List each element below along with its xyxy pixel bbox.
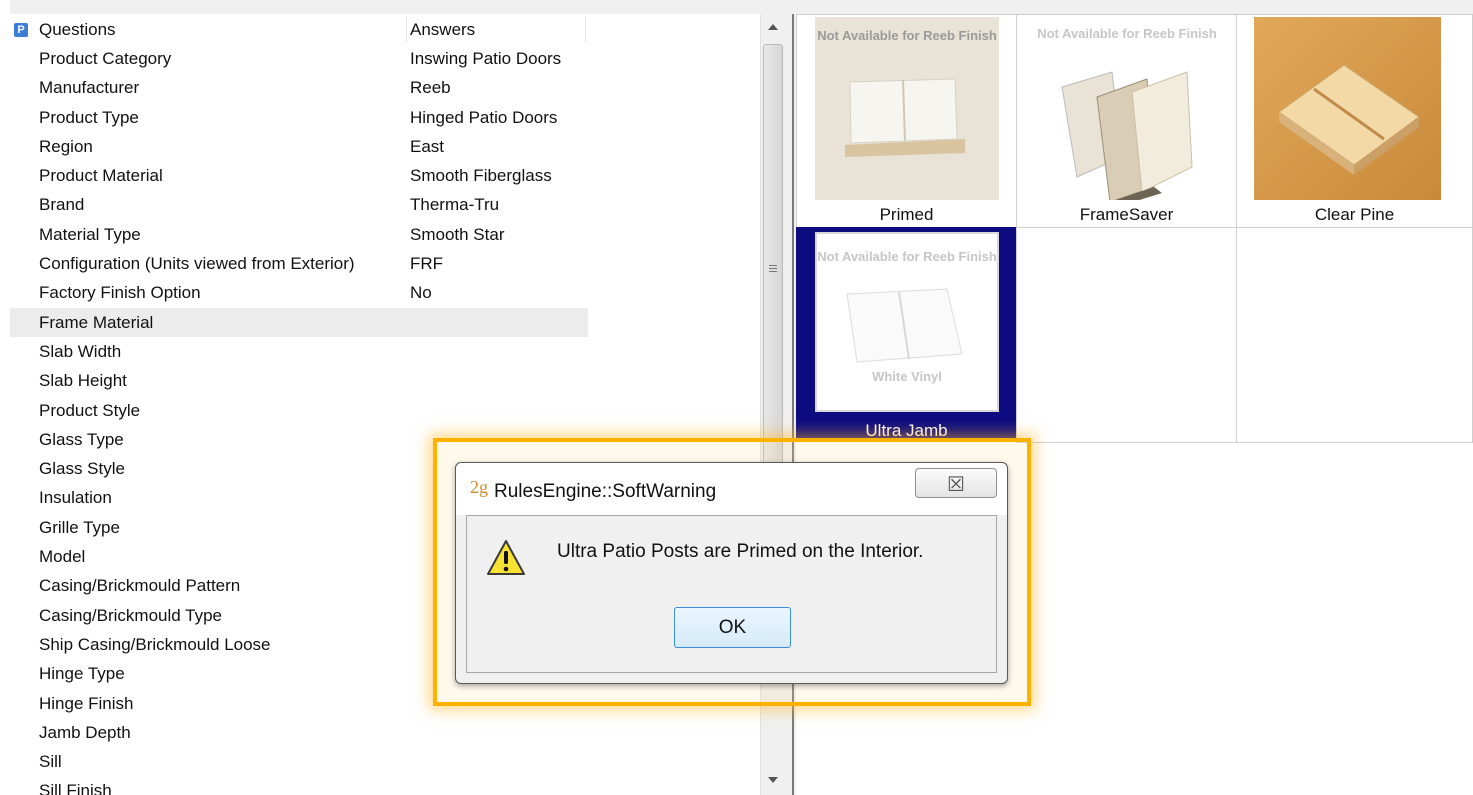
question-cell: Casing/Brickmould Pattern (39, 576, 241, 596)
ok-button[interactable]: OK (674, 607, 791, 648)
top-strip (0, 0, 1473, 14)
ultra-jamb-image: Not Available for Reeb Finish White Viny… (815, 232, 999, 412)
scroll-up-arrow-icon[interactable] (768, 24, 778, 30)
question-cell: Product Type (39, 107, 139, 127)
question-cell: Product Style (39, 400, 141, 420)
table-row[interactable]: Sill (10, 747, 588, 776)
table-row[interactable]: Configuration (Units viewed from Exterio… (10, 249, 588, 278)
grip-line (769, 271, 777, 272)
tile-label: Primed (879, 205, 934, 224)
clear-pine-board-icon (1278, 64, 1420, 175)
answer-cell[interactable]: Inswing Patio Doors (410, 49, 561, 69)
framesaver-image: Not Available for Reeb Finish (1022, 17, 1232, 200)
option-tile-empty (1016, 227, 1237, 443)
option-tile-primed[interactable]: Not Available for Reeb Finish Primed (796, 14, 1017, 228)
primed-image: Not Available for Reeb Finish (815, 17, 999, 200)
question-cell: Region (39, 136, 93, 156)
question-cell: Material Type (39, 224, 141, 244)
question-cell: Ship Casing/Brickmould Loose (39, 634, 271, 654)
grid-header: P Questions Answers (10, 14, 760, 44)
question-cell: Slab Width (39, 341, 122, 361)
grip-line (769, 265, 777, 266)
question-cell: Manufacturer (39, 78, 140, 98)
answer-cell[interactable]: FRF (410, 254, 443, 274)
question-cell: Brand (39, 195, 85, 215)
scroll-down-arrow-icon[interactable] (768, 777, 778, 783)
warning-message: Ultra Patio Posts are Primed on the Inte… (557, 541, 924, 562)
question-cell: Hinge Type (39, 664, 125, 684)
column-separator[interactable] (406, 16, 407, 42)
table-row[interactable]: Manufacturer Reeb (10, 73, 588, 102)
dialog-body: Ultra Patio Posts are Primed on the Inte… (466, 515, 997, 673)
app-logo-icon: 2g (470, 477, 488, 497)
question-cell: Insulation (39, 488, 112, 508)
table-row[interactable]: Region East (10, 132, 588, 161)
question-cell: Hinge Finish (39, 693, 134, 713)
question-cell: Configuration (Units viewed from Exterio… (39, 254, 355, 274)
questions-column-header[interactable]: Questions (39, 20, 116, 40)
white-vinyl-label: White Vinyl (872, 369, 942, 384)
answer-cell[interactable]: Therma-Tru (410, 195, 499, 215)
close-icon: ☒ (947, 474, 965, 496)
table-row[interactable]: Material Type Smooth Star (10, 220, 588, 249)
table-row[interactable]: Factory Finish Option No (10, 278, 588, 307)
table-row[interactable]: Product Material Smooth Fiberglass (10, 161, 588, 190)
soft-warning-dialog: 2g RulesEngine::SoftWarning ☒ Ultra Pati… (455, 462, 1008, 684)
app-window: P Questions Answers Product Category Insw… (0, 0, 1473, 795)
answer-cell[interactable]: East (410, 137, 444, 157)
question-cell: Factory Finish Option (39, 283, 201, 303)
grip-line (769, 268, 777, 269)
scroll-thumb[interactable] (763, 44, 783, 494)
dialog-titlebar[interactable]: 2g RulesEngine::SoftWarning ☒ (456, 463, 1007, 515)
option-tile-framesaver[interactable]: Not Available for Reeb Finish FrameSaver (1016, 14, 1237, 228)
question-cell: Frame Material (39, 312, 154, 332)
answer-cell[interactable]: Reeb (410, 78, 451, 98)
answer-cell[interactable]: Smooth Fiberglass (410, 166, 552, 186)
option-tile-clear-pine[interactable]: Clear Pine (1236, 14, 1473, 228)
question-cell: Glass Type (39, 429, 124, 449)
question-cell: Product Material (39, 166, 163, 186)
answer-cell[interactable]: No (410, 283, 432, 303)
framesaver-board-icon (1061, 71, 1193, 200)
option-tile-empty (1236, 227, 1473, 443)
table-row[interactable]: Frame Material (10, 307, 588, 337)
question-cell: Model (39, 547, 86, 567)
dialog-title: RulesEngine::SoftWarning (494, 481, 717, 502)
table-row[interactable]: Product Style (10, 396, 588, 425)
column-separator[interactable] (585, 16, 586, 42)
question-cell: Product Category (39, 49, 172, 68)
warning-icon (487, 540, 525, 575)
question-cell: Casing/Brickmould Type (39, 605, 222, 625)
table-row[interactable]: Product Type Hinged Patio Doors (10, 103, 588, 132)
primed-board-icon (845, 78, 965, 157)
left-edge (0, 0, 10, 795)
answers-column-header[interactable]: Answers (410, 20, 475, 40)
question-cell: Slab Height (39, 371, 127, 391)
close-button[interactable]: ☒ (915, 468, 997, 498)
tile-label: Clear Pine (1314, 205, 1395, 224)
answer-cell[interactable]: Hinged Patio Doors (410, 108, 557, 128)
option-tile-ultra-jamb[interactable]: Not Available for Reeb Finish White Viny… (796, 227, 1017, 441)
table-row[interactable]: Brand Therma-Tru (10, 190, 588, 219)
question-cell: Grille Type (39, 517, 120, 537)
table-row[interactable]: Sill Finish (10, 776, 588, 795)
tile-label: FrameSaver (1079, 205, 1174, 224)
table-row[interactable]: Product Category Inswing Patio Doors (10, 44, 588, 73)
question-cell: Jamb Depth (39, 722, 131, 742)
answer-cell[interactable]: Smooth Star (410, 225, 505, 245)
question-cell: Sill (39, 752, 62, 772)
table-row[interactable]: Slab Height (10, 366, 588, 395)
clear-pine-image (1254, 17, 1441, 200)
question-cell: Glass Style (39, 459, 125, 479)
table-row[interactable]: Jamb Depth (10, 718, 588, 747)
table-row[interactable]: Slab Width (10, 337, 588, 366)
question-cell: Sill Finish (39, 781, 112, 795)
grid-app-icon: P (14, 23, 28, 37)
